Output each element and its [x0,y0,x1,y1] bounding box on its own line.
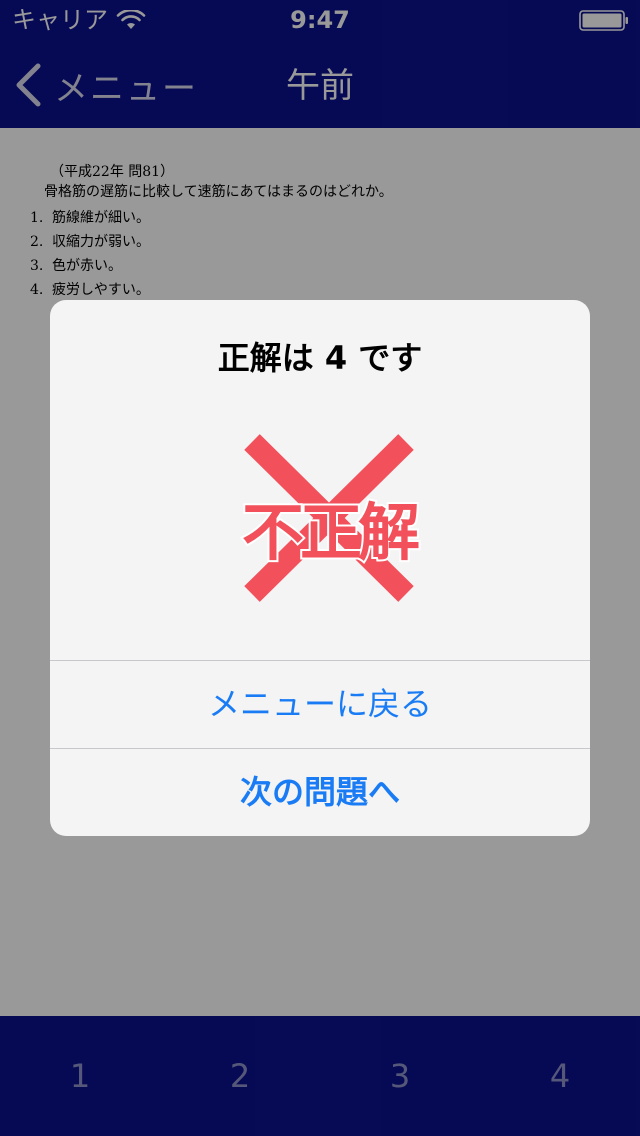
result-alert: 正解は 4 です 不正解 メニューに戻る 次の問題へ [50,300,590,836]
next-question-button[interactable]: 次の問題へ [50,749,590,835]
return-to-menu-button[interactable]: メニューに戻る [50,661,590,747]
incorrect-result-graphic: 不正解 [234,426,424,610]
screen: キャリア 9:47 メニュー 午前 （平成22年 問81） 骨格筋の遅筋に比較し… [0,0,640,1136]
alert-title: 正解は 4 です [217,339,423,377]
incorrect-label: 不正解 [240,496,422,570]
